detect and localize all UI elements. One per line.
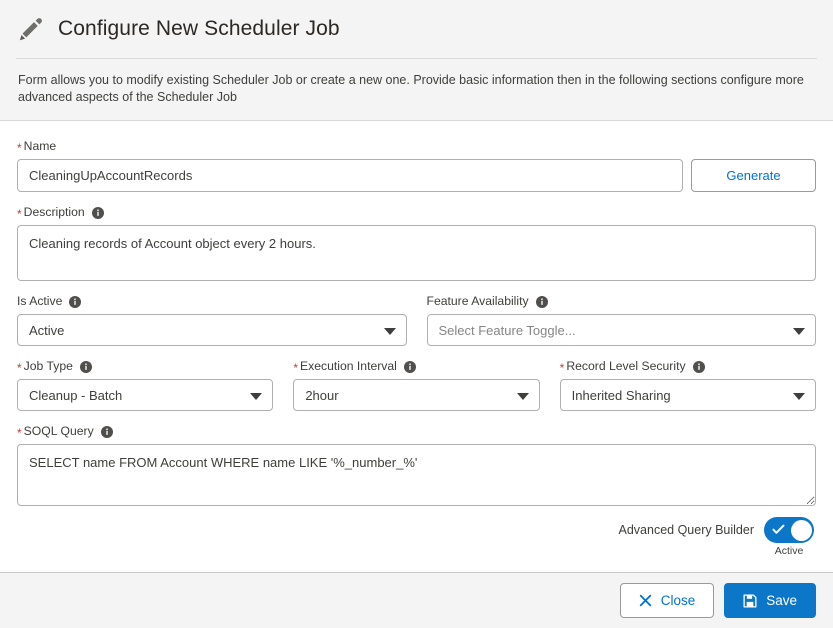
- required-asterisk: *: [560, 363, 565, 373]
- record-level-security-label: * Record Level Security: [560, 359, 816, 374]
- feature-availability-label: Feature Availability: [427, 294, 817, 309]
- page-description: Form allows you to modify existing Sched…: [16, 59, 806, 120]
- chevron-down-icon: [793, 393, 805, 400]
- info-icon[interactable]: [693, 361, 705, 373]
- chevron-down-icon: [384, 328, 396, 335]
- toggle-knob: [791, 520, 812, 541]
- required-asterisk: *: [293, 363, 298, 373]
- close-x-icon: [639, 594, 652, 607]
- save-floppy-icon: [743, 594, 757, 608]
- name-input[interactable]: [17, 159, 683, 192]
- is-active-value: Active: [29, 323, 64, 338]
- feature-availability-select[interactable]: Select Feature Toggle...: [427, 314, 817, 346]
- field-record-level-security: * Record Level Security Inherited Sharin…: [550, 359, 816, 411]
- execution-interval-label: * Execution Interval: [293, 359, 539, 374]
- field-feature-availability: Feature Availability Select Feature Togg…: [417, 294, 817, 346]
- record-level-security-value: Inherited Sharing: [572, 388, 671, 403]
- feature-availability-label-text: Feature Availability: [427, 294, 529, 309]
- chevron-down-icon: [250, 393, 262, 400]
- info-icon[interactable]: [69, 296, 81, 308]
- form-footer: Close Save: [0, 572, 833, 628]
- execution-interval-select[interactable]: 2hour: [293, 379, 539, 411]
- pencil-icon: [16, 14, 46, 44]
- job-type-label: * Job Type: [17, 359, 273, 374]
- field-job-type: * Job Type Cleanup - Batch: [17, 359, 283, 411]
- check-icon: [772, 523, 785, 536]
- generate-button[interactable]: Generate: [691, 159, 816, 192]
- record-level-security-select[interactable]: Inherited Sharing: [560, 379, 816, 411]
- chevron-down-icon: [517, 393, 529, 400]
- soql-query-label: * SOQL Query: [17, 424, 816, 439]
- field-name: * Name Generate: [17, 139, 816, 192]
- advanced-query-builder-row: Advanced Query Builder Active: [17, 517, 816, 557]
- advanced-query-builder-toggle[interactable]: [764, 517, 814, 543]
- name-label-text: Name: [24, 139, 57, 154]
- close-button[interactable]: Close: [620, 583, 715, 618]
- page-title: Configure New Scheduler Job: [58, 17, 340, 41]
- field-execution-interval: * Execution Interval 2hour: [283, 359, 549, 411]
- info-icon[interactable]: [536, 296, 548, 308]
- is-active-label: Is Active: [17, 294, 407, 309]
- form-body: * Name Generate * Description: [0, 121, 833, 572]
- info-icon[interactable]: [404, 361, 416, 373]
- name-label: * Name: [17, 139, 683, 154]
- advanced-query-builder-label: Advanced Query Builder: [619, 517, 755, 543]
- feature-availability-value: Select Feature Toggle...: [439, 323, 576, 338]
- execution-interval-value: 2hour: [305, 388, 338, 403]
- is-active-select[interactable]: Active: [17, 314, 407, 346]
- required-asterisk: *: [17, 209, 22, 219]
- row-active-feature: Is Active Active Feature Availability: [17, 294, 816, 359]
- chevron-down-icon: [793, 328, 805, 335]
- field-is-active: Is Active Active: [17, 294, 417, 346]
- field-soql-query: * SOQL Query: [17, 424, 816, 506]
- info-icon[interactable]: [80, 361, 92, 373]
- execution-interval-label-text: Execution Interval: [300, 359, 397, 374]
- close-button-label: Close: [661, 593, 696, 608]
- job-type-select[interactable]: Cleanup - Batch: [17, 379, 273, 411]
- job-type-value: Cleanup - Batch: [29, 388, 122, 403]
- row-jobtype-interval-security: * Job Type Cleanup - Batch * Execution I…: [17, 359, 816, 424]
- required-asterisk: *: [17, 428, 22, 438]
- advanced-query-builder-state: Active: [775, 545, 804, 557]
- required-asterisk: *: [17, 363, 22, 373]
- advanced-query-builder-toggle-wrap: Active: [764, 517, 814, 557]
- record-level-security-label-text: Record Level Security: [566, 359, 685, 374]
- field-description: * Description: [17, 205, 816, 281]
- description-label-text: Description: [24, 205, 85, 220]
- scheduler-job-form-window: Configure New Scheduler Job Form allows …: [0, 0, 833, 628]
- page-header: Configure New Scheduler Job Form allows …: [0, 0, 833, 120]
- save-button[interactable]: Save: [724, 583, 816, 618]
- soql-query-label-text: SOQL Query: [24, 424, 94, 439]
- info-icon[interactable]: [101, 426, 113, 438]
- header-title-row: Configure New Scheduler Job: [16, 14, 817, 59]
- info-icon[interactable]: [92, 207, 104, 219]
- save-button-label: Save: [766, 593, 797, 608]
- soql-query-textarea[interactable]: [17, 444, 816, 506]
- is-active-label-text: Is Active: [17, 294, 62, 309]
- job-type-label-text: Job Type: [24, 359, 73, 374]
- description-textarea[interactable]: [17, 225, 816, 281]
- required-asterisk: *: [17, 143, 22, 153]
- description-label: * Description: [17, 205, 816, 220]
